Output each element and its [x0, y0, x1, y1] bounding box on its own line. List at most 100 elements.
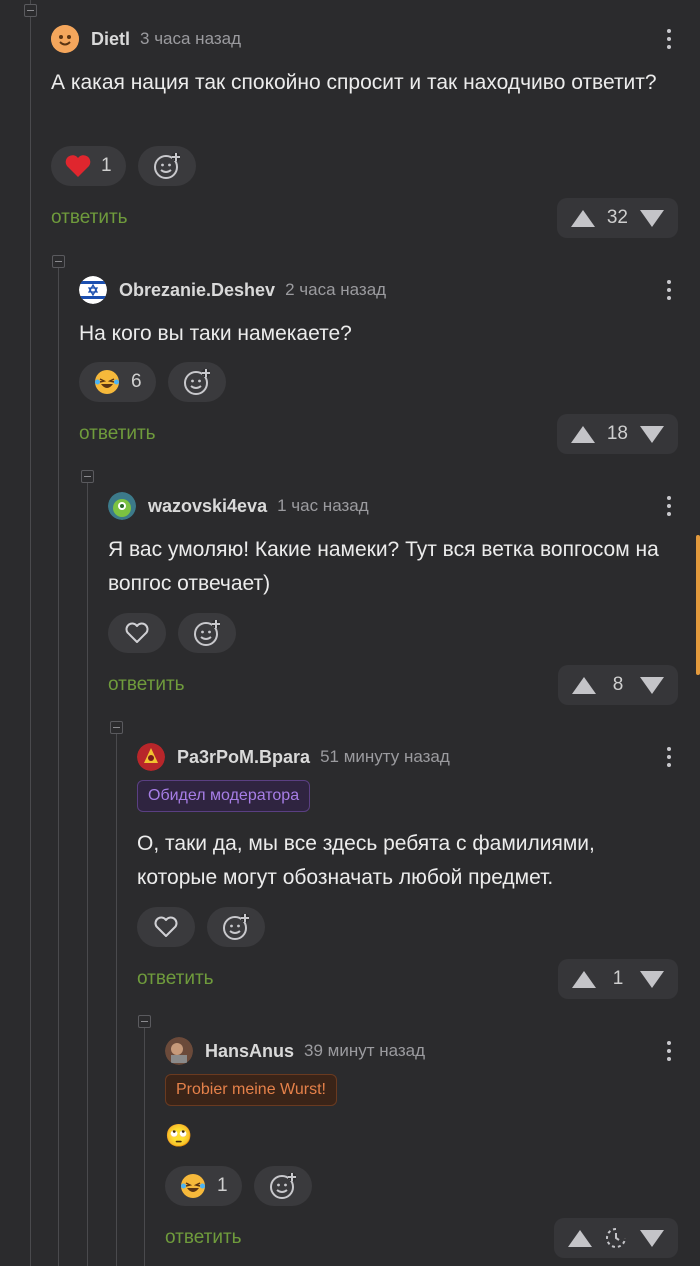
thread-line	[30, 0, 31, 1266]
reactions: 1	[51, 146, 196, 186]
collapse-thread-button[interactable]	[24, 4, 37, 17]
reaction-heart[interactable]	[108, 613, 166, 653]
downvote-button[interactable]	[640, 1229, 664, 1247]
add-reaction-button[interactable]	[167, 362, 226, 402]
reaction-heart[interactable]: 1	[51, 146, 126, 186]
comment: Pa3rPoM.Bpara 51 минуту назад Обидел мод…	[137, 740, 700, 1000]
timestamp: 2 часа назад	[285, 280, 387, 299]
vote-widget	[554, 1218, 678, 1258]
username[interactable]: Obrezanie.Deshev	[119, 280, 275, 301]
timestamp: 39 минут назад	[304, 1041, 426, 1060]
reaction-count: 1	[101, 155, 112, 176]
laughing-emoji-icon	[95, 370, 119, 394]
comment: HansAnus 39 минут назад Probier meine Wu…	[165, 1034, 700, 1266]
downvote-button[interactable]	[640, 970, 664, 988]
reactions: 1	[165, 1166, 312, 1206]
more-options-icon[interactable]	[666, 22, 672, 56]
reaction-count: 1	[217, 1175, 228, 1196]
avatar[interactable]	[165, 1037, 193, 1065]
comment-header: wazovski4eva 1 час назад	[108, 489, 369, 523]
timestamp: 1 час назад	[277, 496, 369, 515]
comment-text: А какая нация так спокойно спросит и так…	[51, 71, 657, 94]
username[interactable]: HansAnus	[205, 1041, 294, 1062]
reactions	[108, 613, 236, 653]
comment: wazovski4eva 1 час назад Я вас умоляю! К…	[108, 489, 700, 709]
downvote-button[interactable]	[640, 676, 664, 694]
add-emoji-icon	[153, 153, 180, 179]
rating: 18	[606, 423, 628, 444]
reactions: 6	[79, 362, 226, 402]
user-award-badge: Probier meine Wurst!	[165, 1074, 337, 1106]
user-award-badge: Обидел модератора	[137, 780, 311, 812]
reply-link[interactable]: ответить	[79, 423, 156, 445]
rating: 1	[612, 968, 624, 989]
reply-link[interactable]: ответить	[51, 207, 128, 229]
vote-widget: 1	[558, 959, 678, 999]
reply-link[interactable]: ответить	[108, 674, 185, 696]
timestamp: 51 минуту назад	[320, 747, 450, 766]
vote-widget: 8	[558, 665, 678, 705]
add-emoji-icon	[183, 369, 210, 395]
more-options-icon[interactable]	[666, 489, 672, 523]
comment-text: О, таки да, мы все здесь ребята с фамили…	[137, 832, 595, 889]
thread-line	[58, 262, 59, 1266]
more-options-icon[interactable]	[666, 1034, 672, 1068]
laughing-emoji-icon	[181, 1174, 205, 1198]
reaction-laugh[interactable]: 1	[165, 1166, 242, 1206]
more-options-icon[interactable]	[666, 273, 672, 307]
reaction-laugh[interactable]: 6	[79, 362, 156, 402]
reaction-count: 6	[131, 371, 142, 392]
add-reaction-button[interactable]	[207, 907, 265, 947]
more-options-icon[interactable]	[666, 740, 672, 774]
downvote-button[interactable]	[640, 425, 664, 443]
upvote-button[interactable]	[570, 209, 595, 227]
username[interactable]: wazovski4eva	[148, 496, 267, 517]
heart-outline-icon	[125, 622, 149, 643]
reply-link[interactable]: ответить	[137, 968, 214, 990]
upvote-button[interactable]	[572, 970, 596, 988]
add-emoji-icon	[223, 914, 249, 940]
thread-line	[144, 1022, 145, 1266]
add-emoji-icon	[194, 620, 220, 646]
collapse-thread-button[interactable]	[81, 470, 94, 483]
vote-widget: 18	[556, 414, 678, 454]
collapse-thread-button[interactable]	[138, 1015, 151, 1028]
rating: 32	[606, 207, 628, 228]
add-reaction-button[interactable]	[253, 1166, 312, 1206]
thread-line	[87, 478, 88, 1266]
scrollbar-thumb[interactable]	[696, 535, 700, 675]
avatar[interactable]	[137, 743, 165, 771]
comment: Dietl 3 часа назад А какая нация так спо…	[51, 22, 700, 242]
comment-header: HansAnus 39 минут назад	[165, 1034, 425, 1068]
avatar[interactable]	[79, 276, 107, 304]
username[interactable]: Pa3rPoM.Bpara	[177, 747, 310, 768]
avatar[interactable]	[51, 25, 79, 53]
downvote-button[interactable]	[640, 209, 664, 227]
comment-header: Pa3rPoM.Bpara 51 минуту назад	[137, 740, 450, 774]
comment-header: Obrezanie.Deshev 2 часа назад	[79, 273, 386, 307]
upvote-button[interactable]	[568, 1229, 592, 1247]
upvote-button[interactable]	[570, 425, 595, 443]
comment-text: 🙄	[165, 1123, 193, 1148]
comment-text: Я вас умоляю! Какие намеки? Тут вся ветк…	[108, 538, 659, 595]
add-reaction-button[interactable]	[137, 146, 196, 186]
comment-header: Dietl 3 часа назад	[51, 22, 241, 56]
add-emoji-icon	[269, 1173, 296, 1199]
heart-outline-icon	[154, 916, 178, 937]
vote-widget: 32	[556, 198, 678, 238]
reactions	[137, 907, 265, 947]
add-reaction-button[interactable]	[178, 613, 236, 653]
comment-text: На кого вы таки намекаете?	[79, 322, 352, 345]
username[interactable]: Dietl	[91, 29, 130, 50]
reply-link[interactable]: ответить	[165, 1227, 242, 1249]
timestamp: 3 часа назад	[140, 29, 242, 48]
avatar[interactable]	[108, 492, 136, 520]
thread-line	[116, 728, 117, 1266]
upvote-button[interactable]	[572, 676, 596, 694]
loading-icon	[606, 1228, 626, 1248]
reaction-heart[interactable]	[137, 907, 195, 947]
heart-filled-icon	[65, 155, 91, 177]
collapse-thread-button[interactable]	[52, 255, 65, 268]
collapse-thread-button[interactable]	[110, 721, 123, 734]
comment: Obrezanie.Deshev 2 часа назад На кого вы…	[79, 273, 700, 463]
